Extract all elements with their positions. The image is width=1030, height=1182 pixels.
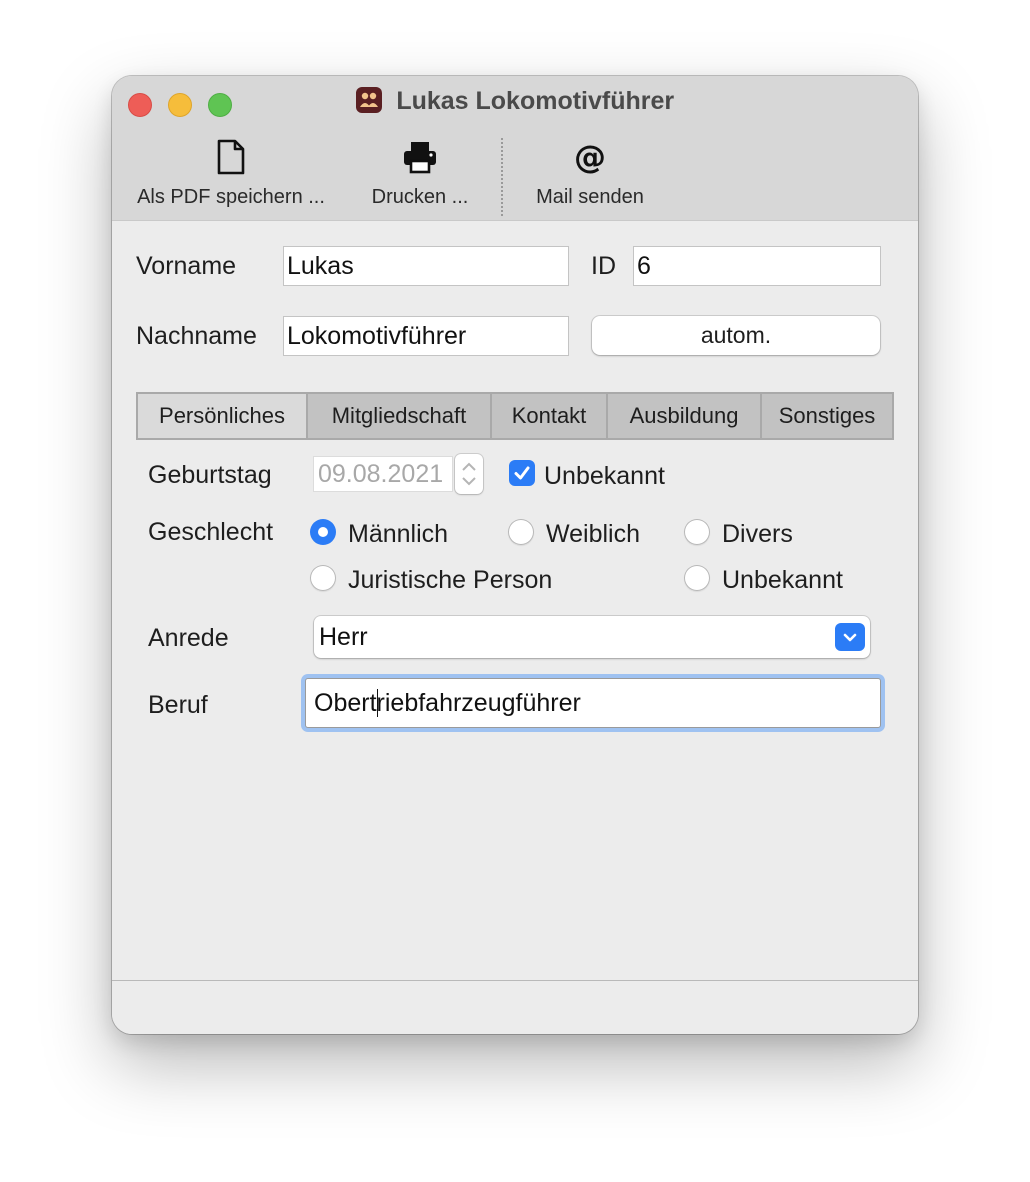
- window-title-area: Lukas Lokomotivführer: [112, 86, 918, 121]
- save-pdf-label: Als PDF speichern ...: [137, 186, 325, 208]
- geschlecht-label: Geschlecht: [148, 518, 274, 546]
- beruf-text-before-caret: Obert: [314, 689, 377, 717]
- vorname-field[interactable]: Lukas: [283, 246, 569, 286]
- svg-text:@: @: [574, 139, 606, 175]
- send-mail-label: Mail senden: [536, 186, 644, 208]
- window-footer: [112, 981, 918, 1034]
- printer-icon: [404, 142, 436, 174]
- chevron-down-icon[interactable]: [835, 623, 865, 651]
- geburtstag-label: Geburtstag: [148, 461, 272, 489]
- radio-divers[interactable]: [684, 519, 710, 545]
- unbekannt-checkbox[interactable]: [509, 460, 535, 486]
- radio-unbekannt-label: Unbekannt: [722, 566, 843, 594]
- tab-sonstiges[interactable]: Sonstiges: [762, 394, 892, 438]
- window-title: Lukas Lokomotivführer: [396, 87, 675, 115]
- anrede-selected-value: Herr: [319, 623, 368, 651]
- id-field[interactable]: 6: [633, 246, 881, 286]
- nachname-field[interactable]: Lokomotivführer: [283, 316, 569, 356]
- save-pdf-button[interactable]: Als PDF speichern ...: [128, 134, 334, 209]
- anrede-select[interactable]: Herr: [314, 616, 870, 658]
- toolbar-separator: [501, 138, 503, 216]
- send-mail-button[interactable]: @ Mail senden: [524, 134, 656, 209]
- radio-weiblich[interactable]: [508, 519, 534, 545]
- radio-juristische-person-label: Juristische Person: [348, 566, 553, 594]
- checkmark-icon: [514, 466, 530, 480]
- id-label: ID: [591, 252, 616, 280]
- radio-maennlich[interactable]: [310, 519, 336, 545]
- document-icon: [217, 139, 245, 175]
- radio-unbekannt[interactable]: [684, 565, 710, 591]
- print-label: Drucken ...: [371, 186, 469, 208]
- beruf-text-after-caret: riebfahrzeugführer: [376, 689, 581, 717]
- geburtstag-date-field[interactable]: 09.08.2021: [313, 456, 453, 492]
- app-people-icon: [355, 86, 382, 113]
- tab-bar: Persönliches Mitgliedschaft Kontakt Ausb…: [136, 392, 894, 440]
- radio-divers-label: Divers: [722, 520, 793, 548]
- stepper-up-icon: [462, 462, 476, 471]
- tab-persoenliches[interactable]: Persönliches: [138, 394, 308, 438]
- title-bar: Lukas Lokomotivführer Als PDF speichern …: [112, 76, 918, 221]
- stepper-down-icon: [462, 477, 476, 486]
- date-stepper[interactable]: [455, 454, 483, 494]
- app-window: Lukas Lokomotivführer Als PDF speichern …: [112, 76, 918, 1034]
- print-button[interactable]: Drucken ...: [358, 134, 482, 209]
- unbekannt-checkbox-label: Unbekannt: [544, 462, 665, 490]
- tab-ausbildung[interactable]: Ausbildung: [608, 394, 762, 438]
- nachname-label: Nachname: [136, 322, 257, 350]
- anrede-label: Anrede: [148, 624, 229, 652]
- beruf-label: Beruf: [148, 691, 208, 719]
- vorname-label: Vorname: [136, 252, 237, 280]
- beruf-field[interactable]: Obertriebfahrzeugführer: [305, 678, 881, 728]
- radio-maennlich-label: Männlich: [348, 520, 449, 548]
- radio-weiblich-label: Weiblich: [546, 520, 641, 548]
- at-sign-icon: @: [574, 139, 606, 175]
- radio-juristische-person[interactable]: [310, 565, 336, 591]
- tab-kontakt[interactable]: Kontakt: [492, 394, 608, 438]
- autom-button[interactable]: autom.: [592, 316, 880, 355]
- tab-mitgliedschaft[interactable]: Mitgliedschaft: [308, 394, 492, 438]
